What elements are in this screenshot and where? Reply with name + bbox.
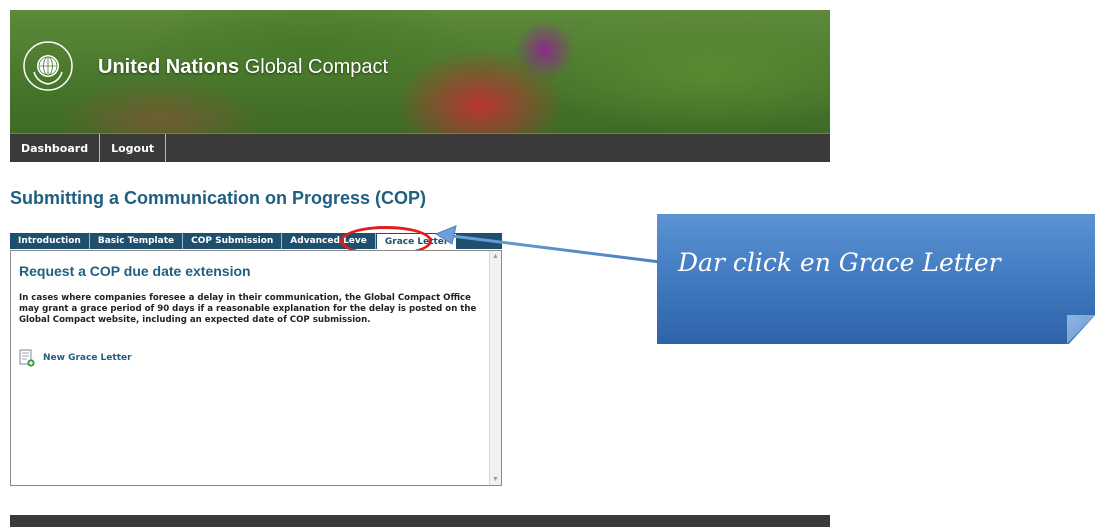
un-global-compact-logo <box>23 41 73 91</box>
nav-logout[interactable]: Logout <box>100 134 167 162</box>
callout-box <box>657 214 1095 344</box>
callout-text: Dar click en Grace Letter <box>678 248 1001 277</box>
page-title: Submitting a Communication on Progress (… <box>10 188 427 208</box>
new-document-icon <box>19 349 35 367</box>
tab-bar-fill <box>457 233 502 249</box>
tab-basic-template[interactable]: Basic Template <box>90 233 184 249</box>
top-nav: Dashboard Logout <box>10 133 830 162</box>
tab-introduction[interactable]: Introduction <box>10 233 90 249</box>
new-grace-letter-label: New Grace Letter <box>43 353 132 363</box>
tab-content-panel: Request a COP due date extension In case… <box>10 250 502 486</box>
panel-description: In cases where companies foresee a delay… <box>19 293 477 325</box>
footer-bar <box>10 515 830 527</box>
scroll-down-arrow-icon[interactable]: ▼ <box>492 476 499 483</box>
nav-dashboard[interactable]: Dashboard <box>10 134 101 162</box>
panel-scrollbar[interactable]: ▲ ▼ <box>489 251 501 485</box>
banner-title-light: Global Compact <box>244 56 389 78</box>
new-grace-letter-link[interactable]: New Grace Letter <box>19 349 132 367</box>
banner-title: United Nations Global Compact <box>98 56 388 79</box>
header-banner: United Nations Global Compact <box>10 10 830 133</box>
scroll-up-arrow-icon[interactable]: ▲ <box>492 253 499 260</box>
tab-cop-submission[interactable]: COP Submission <box>183 233 283 249</box>
panel-heading: Request a COP due date extension <box>19 263 251 279</box>
banner-title-strong: United Nations <box>98 56 240 78</box>
